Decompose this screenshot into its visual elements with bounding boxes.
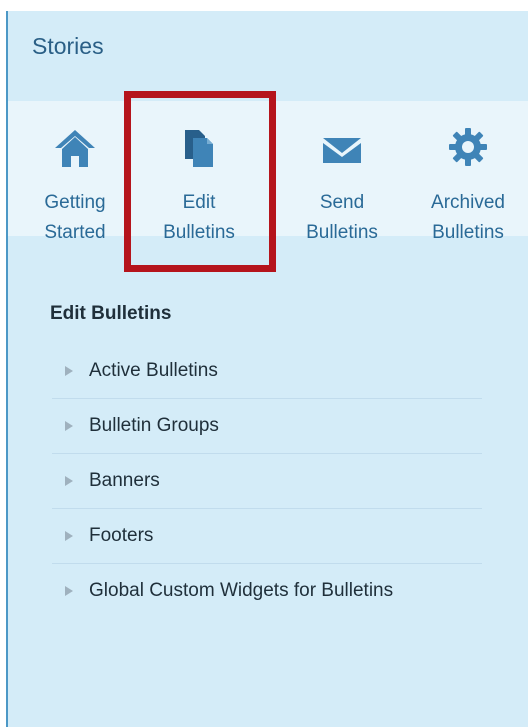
tab-label-line-2: Bulletins bbox=[163, 222, 235, 243]
tab-send-bulletins[interactable]: Send Bulletins bbox=[286, 101, 398, 243]
triangle-right-icon bbox=[65, 531, 73, 541]
panel-title: Stories bbox=[32, 33, 104, 59]
tab-label-line-2: Bulletins bbox=[432, 222, 504, 243]
triangle-right-icon bbox=[65, 366, 73, 376]
tab-bar: Getting Started Edit Bulletins Send Bull… bbox=[8, 91, 528, 272]
triangle-right-icon bbox=[65, 586, 73, 596]
menu-item-label: Global Custom Widgets for Bulletins bbox=[89, 580, 394, 601]
tab-label: Archived Bulletins bbox=[408, 188, 528, 248]
menu-item-label: Banners bbox=[89, 470, 160, 491]
tab-label: Edit Bulletins bbox=[124, 188, 274, 248]
menu-item-label: Active Bulletins bbox=[89, 360, 218, 381]
documents-icon bbox=[185, 130, 213, 167]
triangle-right-icon bbox=[65, 421, 73, 431]
tab-getting-started[interactable]: Getting Started bbox=[28, 101, 122, 243]
tab-label-line-2: Bulletins bbox=[306, 222, 378, 243]
menu-item-active-bulletins[interactable]: Active Bulletins bbox=[52, 344, 482, 399]
tab-label-line-1: Edit bbox=[182, 192, 216, 213]
stories-panel: Stories Getting Started Edit Bulletins S… bbox=[6, 11, 528, 727]
tab-label-line-1: Getting bbox=[44, 192, 106, 213]
tab-label: Send Bulletins bbox=[286, 188, 398, 248]
menu-item-global-custom-widgets[interactable]: Global Custom Widgets for Bulletins bbox=[52, 564, 482, 618]
envelope-icon bbox=[323, 138, 361, 163]
menu-item-footers[interactable]: Footers bbox=[52, 509, 482, 564]
tab-label-line-1: Send bbox=[319, 192, 365, 213]
edit-bulletins-menu: Active Bulletins Bulletin Groups Banners… bbox=[52, 344, 482, 618]
panel-header: Stories bbox=[8, 11, 528, 101]
section-title: Edit Bulletins bbox=[50, 303, 172, 324]
gear-icon bbox=[449, 128, 487, 166]
menu-item-label: Bulletin Groups bbox=[89, 415, 219, 436]
tab-edit-bulletins[interactable]: Edit Bulletins bbox=[124, 101, 274, 243]
tab-archived-bulletins[interactable]: Archived Bulletins bbox=[408, 101, 528, 243]
menu-item-label: Footers bbox=[89, 525, 154, 546]
triangle-right-icon bbox=[65, 476, 73, 486]
menu-item-bulletin-groups[interactable]: Bulletin Groups bbox=[52, 399, 482, 454]
tab-label-line-1: Archived bbox=[431, 192, 505, 213]
home-icon bbox=[55, 130, 95, 167]
tab-label: Getting Started bbox=[28, 188, 122, 248]
tab-label-line-2: Started bbox=[44, 222, 106, 243]
menu-item-banners[interactable]: Banners bbox=[52, 454, 482, 509]
